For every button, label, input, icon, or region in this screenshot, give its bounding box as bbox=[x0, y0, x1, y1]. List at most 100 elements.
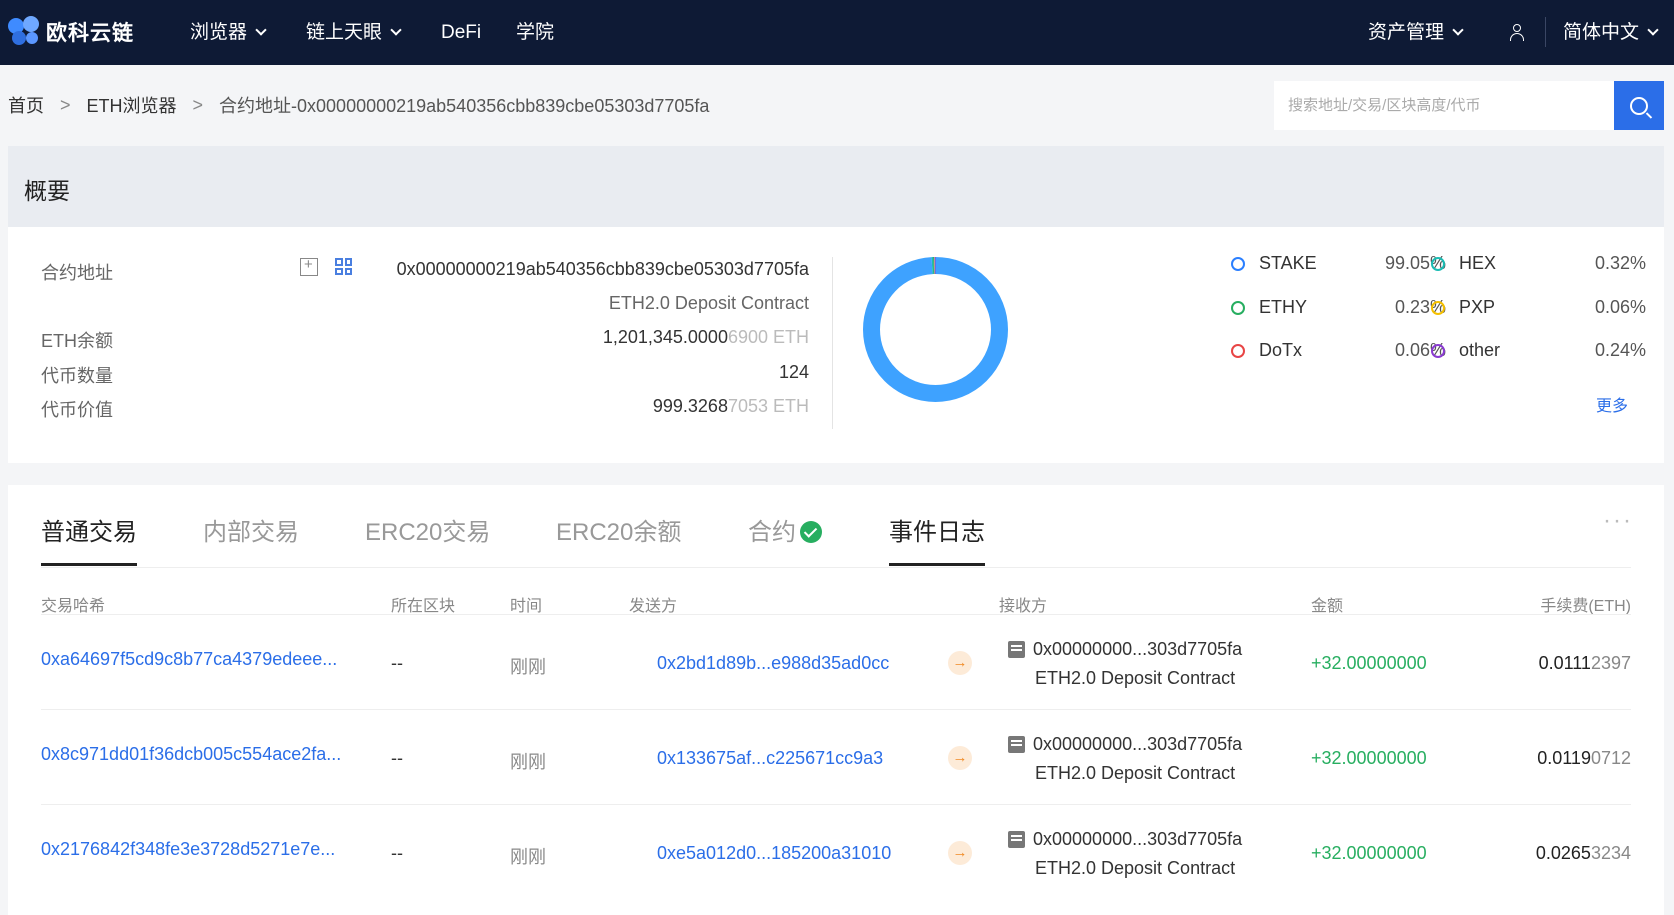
legend-item: DoTx bbox=[1231, 340, 1302, 361]
tx-time: 刚刚 bbox=[510, 847, 546, 867]
chevron-down-icon bbox=[1647, 24, 1659, 36]
eth-balance-dim: 6900 ETH bbox=[727, 327, 809, 347]
col-header-hash: 交易哈希 bbox=[41, 598, 106, 615]
overview-panel: 合约地址 0x00000000219ab540356cbb839cbe05303… bbox=[8, 227, 1664, 463]
tx-hash-link[interactable]: 0xa64697f5cd9c8b77ca4379edeee... bbox=[41, 649, 337, 670]
qrcode-icon[interactable] bbox=[335, 258, 352, 275]
tx-to-address[interactable]: 0x00000000...303d7705fa bbox=[1033, 639, 1242, 660]
tx-fee-main: 0.0119 bbox=[1537, 748, 1591, 768]
donut-slice bbox=[863, 257, 1008, 402]
tab-normal-transactions[interactable]: 普通交易 bbox=[41, 512, 137, 566]
top-navbar: 欧科云链 浏览器 链上天眼 DeFi 学院 资产管理 简体中文 bbox=[0, 0, 1674, 65]
tx-hash-link[interactable]: 0x8c971dd01f36dcb005c554ace2fa... bbox=[41, 744, 341, 765]
legend-token-name: ETHY bbox=[1259, 297, 1308, 317]
overview-divider bbox=[832, 257, 833, 429]
nav-item-asset-management[interactable]: 资产管理 bbox=[1368, 0, 1464, 65]
search-icon bbox=[1630, 96, 1648, 115]
nav-item-explorer[interactable]: 浏览器 bbox=[190, 0, 267, 65]
tx-to-name: ETH2.0 Deposit Contract bbox=[1035, 763, 1236, 783]
tab-event-logs[interactable]: 事件日志 bbox=[889, 512, 985, 566]
contract-icon bbox=[1008, 736, 1025, 753]
tab-erc20-balance[interactable]: ERC20余额 bbox=[556, 512, 681, 566]
tx-block: -- bbox=[391, 653, 403, 673]
chevron-down-icon bbox=[1452, 24, 1464, 36]
tx-block: -- bbox=[391, 843, 403, 863]
tx-fee: 0.01190712 bbox=[1537, 748, 1631, 769]
col-header-fee: 手续费(ETH) bbox=[1540, 598, 1631, 615]
arrow-right-icon: → bbox=[948, 841, 972, 865]
breadcrumb-explorer[interactable]: ETH浏览器 bbox=[87, 92, 177, 118]
col-header-block: 所在区块 bbox=[391, 598, 456, 615]
legend-item: STAKE bbox=[1231, 253, 1317, 274]
chevron-down-icon bbox=[390, 24, 402, 36]
tx-fee-dim: 0712 bbox=[1590, 748, 1631, 768]
breadcrumb-current: 合约地址-0x00000000219ab540356cbb839cbe05303… bbox=[219, 96, 710, 116]
tx-to-address[interactable]: 0x00000000...303d7705fa bbox=[1033, 829, 1242, 850]
search-button[interactable] bbox=[1614, 81, 1664, 130]
logo[interactable]: 欧科云链 bbox=[8, 16, 134, 48]
table-row: 0xa64697f5cd9c8b77ca4379edeee... -- 刚刚 0x2b… bbox=[41, 614, 1631, 714]
tx-fee: 0.02653234 bbox=[1536, 843, 1631, 864]
tab-contract-label: 合约 bbox=[748, 519, 796, 546]
contract-address-value: 0x00000000219ab540356cbb839cbe05303d7705… bbox=[396, 259, 809, 279]
search-box bbox=[1274, 81, 1664, 130]
legend-token-name: DoTx bbox=[1259, 340, 1303, 360]
tx-from-link[interactable]: 0x2bd1d89b...e988d35ad0cc bbox=[657, 653, 889, 674]
col-header-from: 发送方 bbox=[629, 598, 678, 615]
token-value-value: 999.32687053 ETH bbox=[653, 396, 809, 417]
legend-ring-icon bbox=[1231, 300, 1245, 315]
tx-amount: +32.00000000 bbox=[1311, 748, 1427, 768]
tx-fee-main: 0.0111 bbox=[1538, 653, 1591, 673]
eth-balance-label: ETH余额 bbox=[41, 331, 113, 351]
tab-internal-transactions[interactable]: 内部交易 bbox=[203, 512, 299, 566]
tx-time: 刚刚 bbox=[510, 657, 546, 677]
nav-item-onchain-eye[interactable]: 链上天眼 bbox=[306, 0, 402, 65]
tx-hash-link[interactable]: 0x2176842f348fe3e3728d5271e7e... bbox=[41, 839, 335, 860]
breadcrumb: 首页 > ETH浏览器 > 合约地址-0x00000000219ab540356… bbox=[8, 92, 709, 118]
legend-token-name: STAKE bbox=[1259, 253, 1317, 273]
legend-item: other bbox=[1431, 340, 1500, 361]
token-count-label: 代币数量 bbox=[41, 366, 113, 386]
tx-from-link[interactable]: 0x133675af...c225671cc9a3 bbox=[657, 748, 883, 769]
token-value-main: 999.3268 bbox=[652, 396, 728, 416]
contract-icon bbox=[1008, 831, 1025, 848]
more-options-icon[interactable]: ··· bbox=[1603, 507, 1633, 535]
logo-icon bbox=[8, 16, 42, 48]
legend-token-name: HEX bbox=[1459, 253, 1497, 273]
table-row: 0x2176842f348fe3e3728d5271e7e... -- 刚刚 0xe5… bbox=[41, 804, 1631, 904]
search-input[interactable] bbox=[1274, 81, 1614, 130]
tx-from-link[interactable]: 0xe5a012d0...185200a31010 bbox=[657, 843, 891, 864]
tab-erc20-transactions[interactable]: ERC20交易 bbox=[365, 512, 490, 566]
copy-icon[interactable] bbox=[300, 256, 318, 276]
overview-title: 概要 bbox=[24, 178, 70, 204]
transactions-card: 普通交易 内部交易 ERC20交易 ERC20余额 合约 事件日志 ··· 交易… bbox=[8, 485, 1664, 915]
legend-ring-icon bbox=[1431, 343, 1445, 358]
breadcrumb-separator: > bbox=[60, 94, 71, 115]
language-label: 简体中文 bbox=[1563, 22, 1640, 43]
nav-item-defi[interactable]: DeFi bbox=[441, 0, 481, 65]
tx-to-address[interactable]: 0x00000000...303d7705fa bbox=[1033, 734, 1242, 755]
tx-amount: +32.00000000 bbox=[1311, 843, 1427, 863]
tx-to-name: ETH2.0 Deposit Contract bbox=[1035, 668, 1236, 688]
chevron-down-icon bbox=[255, 24, 267, 36]
tab-contract[interactable]: 合约 bbox=[748, 512, 822, 566]
legend-item: PXP bbox=[1431, 297, 1495, 318]
more-link[interactable]: 更多 bbox=[1596, 392, 1628, 416]
legend-token-name: other bbox=[1459, 340, 1501, 360]
tx-to-name: ETH2.0 Deposit Contract bbox=[1035, 858, 1236, 878]
arrow-right-icon: → bbox=[948, 746, 972, 770]
legend-ring-icon bbox=[1431, 300, 1445, 315]
nav-item-label: DeFi bbox=[441, 22, 482, 43]
legend-token-name: PXP bbox=[1459, 297, 1496, 317]
verified-check-icon bbox=[800, 521, 822, 543]
nav-item-academy[interactable]: 学院 bbox=[516, 0, 554, 65]
tx-block: -- bbox=[391, 748, 403, 768]
breadcrumb-home[interactable]: 首页 bbox=[8, 92, 44, 118]
language-selector[interactable]: 简体中文 bbox=[1563, 0, 1659, 65]
user-icon[interactable] bbox=[1508, 23, 1526, 43]
arrow-right-icon: → bbox=[948, 651, 972, 675]
tx-fee-dim: 2397 bbox=[1590, 653, 1631, 673]
nav-item-label: 学院 bbox=[516, 22, 555, 43]
legend-token-pct: 0.24% bbox=[1594, 340, 1646, 360]
token-count-value: 124 bbox=[778, 362, 809, 382]
